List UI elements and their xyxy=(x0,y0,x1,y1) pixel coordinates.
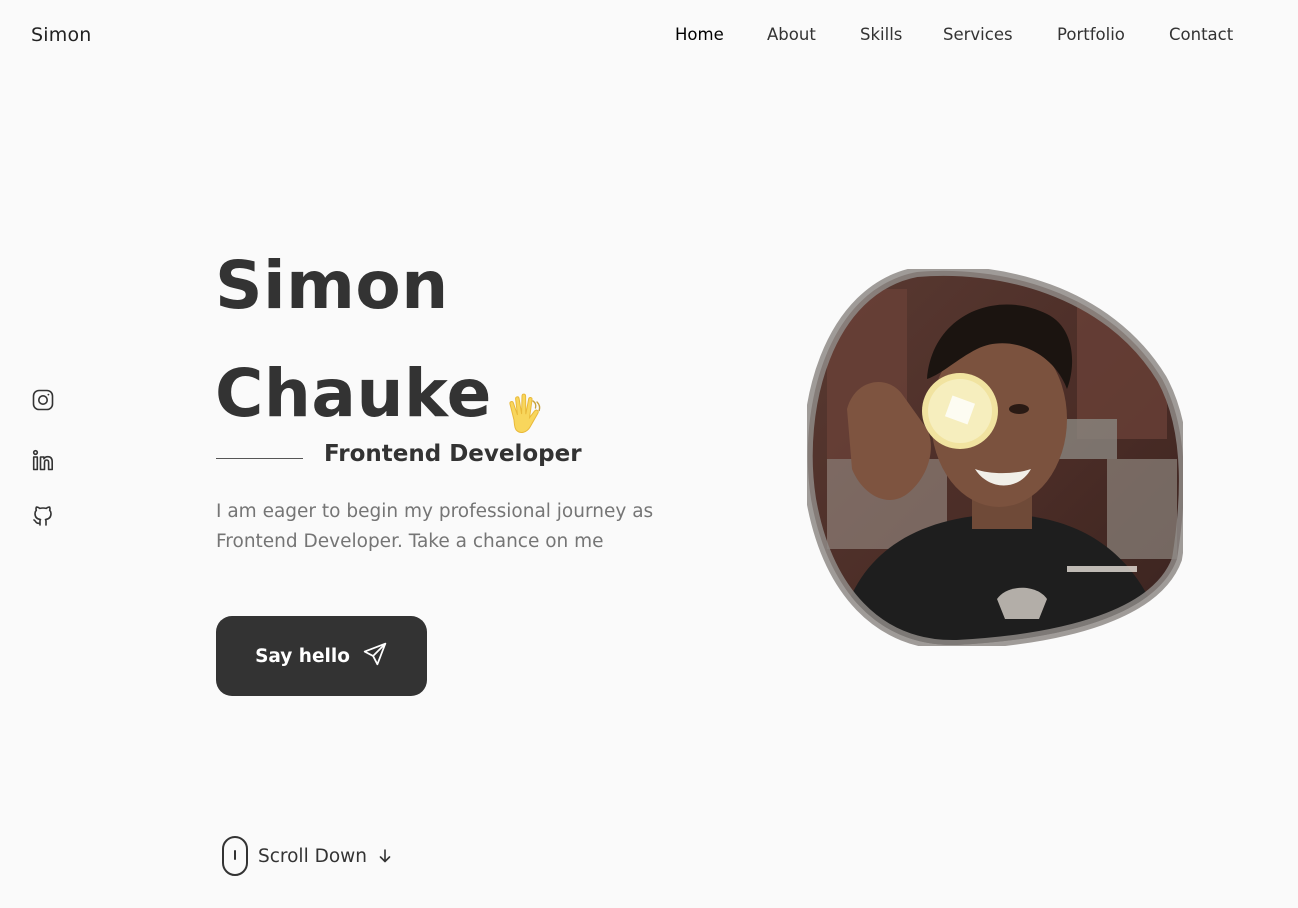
subtitle-divider xyxy=(216,458,303,459)
waving-hand-icon xyxy=(500,366,552,433)
github-link[interactable] xyxy=(31,504,55,528)
nav-skills[interactable]: Skills xyxy=(860,25,902,44)
say-hello-label: Say hello xyxy=(255,645,350,667)
say-hello-button[interactable]: Say hello xyxy=(216,616,427,696)
nav-portfolio[interactable]: Portfolio xyxy=(1057,25,1125,44)
linkedin-icon xyxy=(31,448,55,472)
home-page: Simon Home About Skills Services Portfol… xyxy=(0,0,1298,908)
instagram-link[interactable] xyxy=(31,388,55,412)
linkedin-link[interactable] xyxy=(31,448,55,472)
profile-photo xyxy=(807,269,1183,646)
hero-first-name: Simon xyxy=(215,247,449,324)
instagram-icon xyxy=(31,388,55,412)
hero-subtitle: Frontend Developer xyxy=(324,441,582,467)
nav-home[interactable]: Home xyxy=(675,25,724,44)
hero-description: I am eager to begin my professional jour… xyxy=(216,501,654,552)
github-icon xyxy=(31,504,55,528)
hero-last-name: Chauke xyxy=(215,355,492,432)
hero-name: Simon Chauke xyxy=(215,232,552,448)
nav-contact[interactable]: Contact xyxy=(1169,25,1233,44)
hero-last-name-line: Chauke xyxy=(215,340,552,448)
nav-about[interactable]: About xyxy=(767,25,816,44)
scroll-down-label: Scroll Down xyxy=(258,845,368,867)
main-nav: Home About Skills Services Portfolio Con… xyxy=(0,25,1298,49)
nav-services[interactable]: Services xyxy=(943,25,1013,44)
mouse-icon xyxy=(222,836,248,876)
arrow-down-icon xyxy=(377,848,393,864)
scroll-down-link[interactable]: Scroll Down xyxy=(222,836,393,876)
send-icon xyxy=(362,641,388,672)
